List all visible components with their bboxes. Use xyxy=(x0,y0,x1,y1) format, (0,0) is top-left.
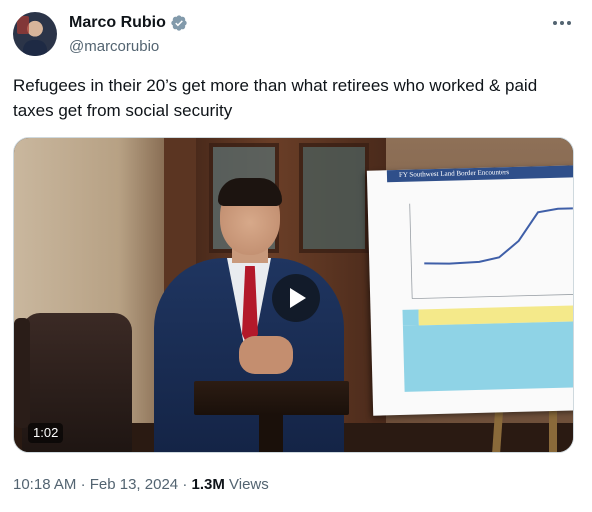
video-player[interactable]: FY Southwest Land Border Encounters 1:02 xyxy=(13,137,574,453)
tweet-date[interactable]: Feb 13, 2024 xyxy=(90,476,178,493)
views-count: 1.3M xyxy=(191,476,225,493)
meta-separator: · xyxy=(80,476,86,493)
tweet-meta: 10:18 AM · Feb 13, 2024 · 1.3M Views xyxy=(13,474,269,496)
poster-line-chart xyxy=(409,203,573,300)
tweet-card[interactable]: Marco Rubio @marcorubio Refugees in thei… xyxy=(0,0,592,512)
video-frame-chair-arm xyxy=(14,318,30,428)
more-horizontal-icon[interactable] xyxy=(553,16,575,30)
more-dot xyxy=(567,21,571,25)
video-frame-speaker-hair xyxy=(218,178,282,206)
author-handle[interactable]: @marcorubio xyxy=(69,37,159,57)
more-dot xyxy=(553,21,557,25)
meta-separator: · xyxy=(182,476,188,493)
author-display-name[interactable]: Marco Rubio xyxy=(69,13,166,33)
more-dot xyxy=(560,21,564,25)
tweet-text: Refugees in their 20’s get more than wha… xyxy=(13,76,538,120)
video-frame-chart-poster: FY Southwest Land Border Encounters xyxy=(366,165,573,416)
avatar[interactable] xyxy=(13,12,57,56)
video-frame-door-window xyxy=(299,143,369,253)
video-duration-badge: 1:02 xyxy=(28,423,64,443)
video-frame-podium xyxy=(194,381,349,415)
video-frame-speaker-hands xyxy=(239,336,293,374)
tweet-time[interactable]: 10:18 AM xyxy=(13,476,76,493)
video-frame-podium-stand xyxy=(259,415,283,452)
poster-table-corner xyxy=(402,309,419,326)
poster-table-body xyxy=(402,321,573,392)
play-button[interactable] xyxy=(272,274,320,322)
verified-badge-icon[interactable] xyxy=(170,14,188,32)
play-icon xyxy=(290,288,306,308)
views-label: Views xyxy=(229,476,269,493)
author-name-row: Marco Rubio xyxy=(69,13,188,33)
